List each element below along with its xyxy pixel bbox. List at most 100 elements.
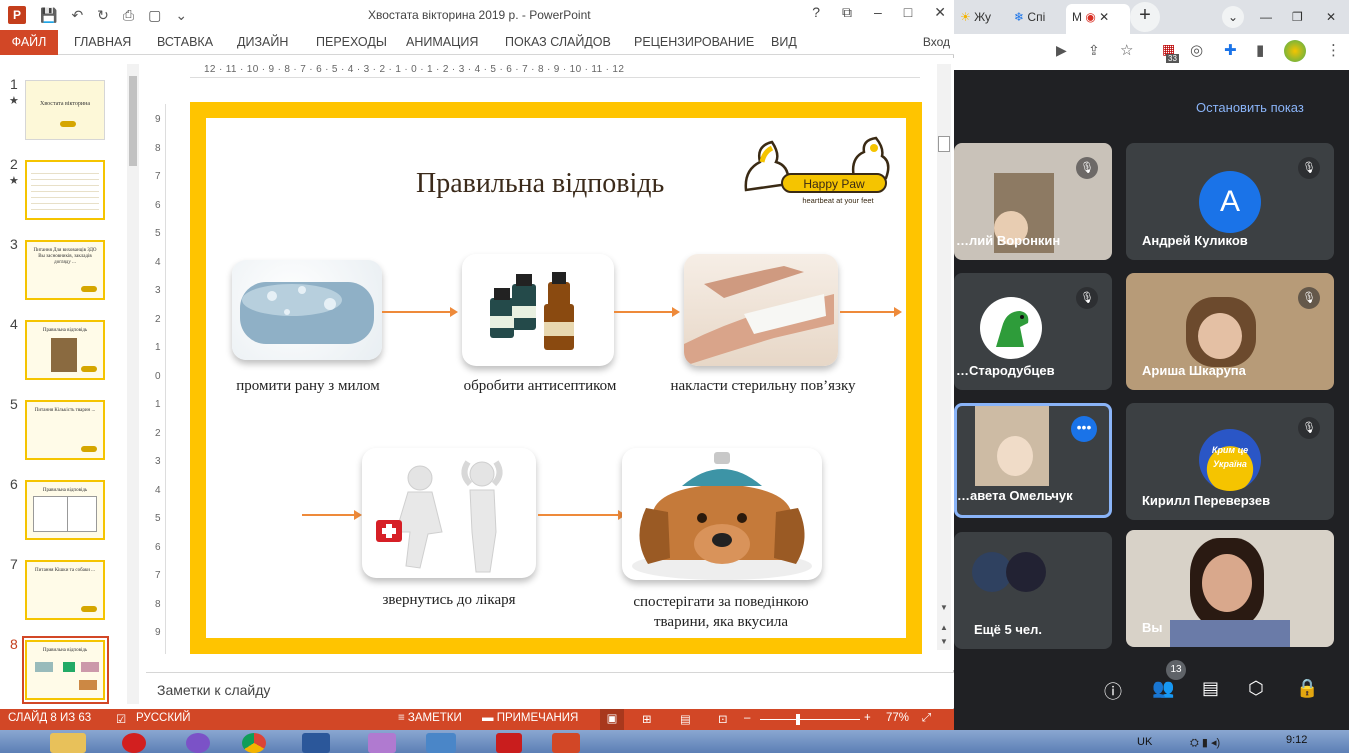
viber-icon[interactable]	[186, 733, 210, 753]
thumbnails-scrollbar[interactable]	[127, 64, 139, 704]
profile-avatar[interactable]	[1284, 40, 1306, 62]
tab-insert[interactable]: ВСТАВКА	[157, 30, 213, 55]
slideshow-view-icon[interactable]: ⊡	[718, 712, 728, 726]
spellcheck-icon[interactable]: ☑	[116, 712, 126, 726]
people-icon[interactable]: 👥	[1152, 678, 1174, 699]
zoom-slider[interactable]	[760, 719, 860, 720]
close-button[interactable]: ✕	[934, 4, 946, 21]
menu-dots-icon[interactable]: ⋮	[1326, 41, 1341, 59]
more-options-icon[interactable]: •••	[1071, 416, 1097, 442]
slide-thumbnail-6[interactable]: Правильна відповідь	[25, 480, 105, 540]
more-icon[interactable]: ⌄	[175, 5, 187, 25]
new-icon[interactable]: ▢	[148, 5, 161, 25]
comments-button[interactable]: ▬ ПРИМЕЧАНИЯ	[482, 712, 578, 724]
current-slide[interactable]: Правильна відповідь Happy Paw heartbeat …	[190, 102, 922, 654]
participant-tile[interactable]: 🎙 Ариша Шкарупа	[1126, 273, 1334, 390]
slide-thumbnail-3[interactable]: Питання Для вихованців ЗДО Вы засновникі…	[25, 240, 105, 300]
scroll-down-icon[interactable]: ▼	[940, 603, 948, 612]
close-tab-icon[interactable]: ✕	[1099, 10, 1109, 24]
new-tab-button[interactable]: +	[1130, 2, 1160, 32]
notes-placeholder[interactable]: Заметки к слайду	[157, 682, 270, 698]
puzzle-icon[interactable]: ✚	[1224, 41, 1237, 59]
antiseptic-image[interactable]	[462, 254, 614, 366]
participant-tile-active[interactable]: ••• …авета Омельчук	[954, 403, 1112, 518]
tab-search-icon[interactable]: ⌄	[1222, 6, 1244, 28]
slide-thumbnail-4[interactable]: Правильна відповідь	[25, 320, 105, 380]
browser-tab[interactable]: ❄ Спі	[1014, 6, 1045, 28]
save-icon[interactable]: 💾	[40, 5, 57, 25]
undo-icon[interactable]: ↶	[71, 5, 83, 25]
zoom-in-icon[interactable]: +	[864, 712, 871, 724]
zoom-slider-thumb[interactable]	[796, 714, 800, 725]
chrome-minimize-button[interactable]: —	[1260, 6, 1272, 28]
participant-tile[interactable]: A 🎙 Андрей Куликов	[1126, 143, 1334, 260]
tab-transitions[interactable]: ПЕРЕХОДЫ	[316, 30, 387, 55]
tab-home[interactable]: ГЛАВНАЯ	[74, 30, 131, 55]
slide-thumbnail-5[interactable]: Питання Кількість тварин ...	[25, 400, 105, 460]
minimize-button[interactable]: –	[874, 4, 882, 21]
slide-thumbnail-1[interactable]: Хвостата вікторина	[25, 80, 105, 140]
dog-image[interactable]	[622, 448, 822, 580]
signin-link[interactable]: Вход	[923, 30, 950, 55]
thumbnails-scroll-thumb[interactable]	[129, 76, 137, 166]
tab-review[interactable]: РЕЦЕНЗИРОВАНИЕ	[634, 30, 754, 55]
slide-scroll-thumb[interactable]	[938, 136, 950, 152]
doctor-image[interactable]	[362, 448, 536, 578]
tab-view[interactable]: ВИД	[771, 30, 797, 55]
preview-icon[interactable]: ⎙	[123, 5, 134, 25]
slide-sorter-icon[interactable]: ⊞	[642, 712, 652, 726]
acrobat-icon[interactable]	[496, 733, 522, 753]
prev-slide-icon[interactable]: ▲	[940, 623, 948, 632]
reading-view-icon[interactable]: ▤	[680, 712, 691, 726]
chrome-restore-button[interactable]: ❐	[1292, 6, 1303, 28]
bookmark-star-icon[interactable]: ☆	[1120, 41, 1133, 59]
opera-icon[interactable]	[122, 733, 146, 753]
slide-scrollbar[interactable]: ▼ ▲ ▼	[937, 64, 951, 650]
side-panel-icon[interactable]: ▮	[1256, 41, 1264, 59]
next-slide-icon[interactable]: ▼	[940, 637, 948, 646]
slide-thumbnail-7[interactable]: Питання Кішки та собаки ...	[25, 560, 105, 620]
input-language[interactable]: UK	[1137, 736, 1152, 748]
participant-tile[interactable]: 🎙 …лий Воронкин	[954, 143, 1112, 260]
notes-button[interactable]: ≡ ЗАМЕТКИ	[398, 712, 462, 724]
slide-thumbnail-2[interactable]	[25, 160, 105, 220]
notes-pane[interactable]: Заметки к слайду	[146, 672, 954, 708]
host-controls-icon[interactable]: 🔒	[1296, 678, 1318, 699]
info-icon[interactable]: ⓘ	[1104, 678, 1122, 704]
participant-tile[interactable]: Вы	[1126, 530, 1334, 647]
fit-to-window-icon[interactable]: ⤢	[922, 712, 931, 725]
participant-tile[interactable]: Ещё 5 чел.	[954, 532, 1112, 649]
language-indicator[interactable]: РУССКИЙ	[136, 712, 191, 724]
globe-icon[interactable]: ◎	[1190, 41, 1203, 59]
participant-tile[interactable]: Крим це Україна 🎙 Кирилл Переверзев	[1126, 403, 1334, 520]
photos-icon[interactable]	[426, 733, 456, 753]
chat-icon[interactable]: ▤	[1202, 678, 1219, 699]
slide-title[interactable]: Правильна відповідь	[416, 168, 664, 200]
chrome-icon[interactable]	[242, 733, 266, 753]
activities-icon[interactable]: ⬡	[1248, 678, 1264, 699]
clock[interactable]: 9:12	[1286, 734, 1307, 746]
zoom-level[interactable]: 77%	[886, 712, 909, 724]
bandage-image[interactable]	[684, 254, 838, 366]
camera-icon[interactable]: ▶	[1056, 42, 1067, 59]
share-icon[interactable]: ⇪	[1088, 42, 1100, 59]
word-icon[interactable]	[302, 733, 330, 753]
powerpoint-taskbar-icon[interactable]	[552, 733, 580, 753]
soap-image[interactable]	[232, 260, 382, 360]
chrome-close-button[interactable]: ✕	[1326, 6, 1336, 28]
stop-presenting-button[interactable]: Остановить показ	[1196, 100, 1304, 115]
ribbon-display-button[interactable]: ⧉	[842, 4, 852, 21]
tab-file[interactable]: ФАЙЛ	[0, 30, 58, 55]
browser-tab-active[interactable]: М ◉ ✕	[1066, 4, 1130, 34]
help-button[interactable]: ?	[812, 4, 820, 21]
normal-view-icon[interactable]: ▣	[600, 709, 624, 730]
paint-icon[interactable]	[368, 733, 396, 753]
tab-animation[interactable]: АНИМАЦИЯ	[406, 30, 478, 55]
browser-tab[interactable]: ☀ Жу	[960, 6, 991, 28]
redo-icon[interactable]: ↻	[97, 5, 109, 25]
participant-tile[interactable]: 🎙 …Стародубцев	[954, 273, 1112, 390]
tab-design[interactable]: ДИЗАЙН	[237, 30, 288, 55]
zoom-out-icon[interactable]: –	[744, 712, 750, 724]
maximize-button[interactable]: □	[904, 4, 912, 21]
tray-icons[interactable]: ⛭ ▮ ◂)	[1190, 736, 1220, 750]
